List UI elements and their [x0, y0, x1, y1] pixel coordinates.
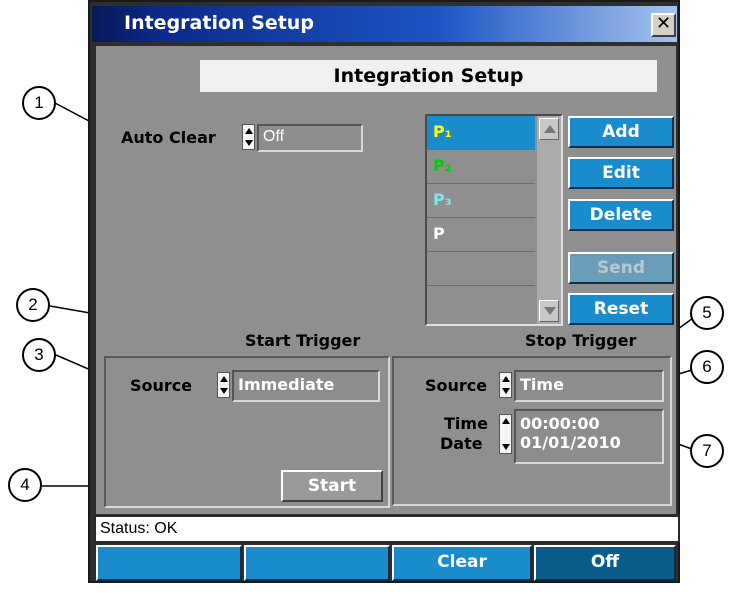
auto-clear-label: Auto Clear: [121, 128, 216, 147]
auto-clear-spinner[interactable]: [242, 124, 255, 150]
peak-listbox[interactable]: P₁ P₂ P₃ P: [425, 114, 563, 326]
list-item-label: P: [433, 224, 445, 243]
start-source-field[interactable]: Immediate: [232, 370, 380, 402]
list-item[interactable]: P₂: [427, 150, 535, 184]
spin-down-icon[interactable]: [220, 388, 228, 394]
callout-4: 4: [8, 468, 42, 502]
time-value: 00:00:00: [520, 414, 600, 433]
bottom-button-1[interactable]: [96, 545, 242, 581]
date-label: Date: [440, 434, 483, 453]
edit-button[interactable]: Edit: [568, 157, 674, 189]
stop-source-label: Source: [425, 376, 488, 395]
spin-up-icon[interactable]: [220, 376, 228, 382]
list-item[interactable]: P: [427, 218, 535, 252]
list-item-label: P₃: [433, 190, 452, 209]
bottom-button-2[interactable]: [244, 545, 390, 581]
spin-up-icon[interactable]: [502, 376, 510, 382]
scroll-down-button[interactable]: [539, 300, 559, 322]
callout-3: 3: [22, 338, 56, 372]
callout-7: 7: [690, 434, 724, 468]
time-date-field[interactable]: 00:00:00 01/01/2010: [514, 409, 664, 464]
start-source-label: Source: [130, 376, 193, 395]
time-label: Time: [444, 414, 488, 433]
callout-1: 1: [22, 86, 56, 120]
stop-source-field[interactable]: Time: [514, 370, 664, 402]
date-value: 01/01/2010: [520, 433, 621, 452]
start-source-spinner[interactable]: [217, 372, 230, 398]
list-item[interactable]: P₁: [427, 116, 535, 150]
spin-down-icon[interactable]: [245, 140, 253, 146]
window-title: Integration Setup: [124, 12, 314, 34]
page-title: Integration Setup: [200, 60, 657, 92]
send-button[interactable]: Send: [568, 252, 674, 284]
status-bar: Status: OK: [94, 515, 680, 543]
scroll-up-icon: [544, 125, 556, 133]
spin-up-icon[interactable]: [502, 418, 510, 424]
time-date-spinner[interactable]: [499, 414, 512, 454]
clear-button[interactable]: Clear: [392, 545, 532, 581]
callout-5: 5: [690, 296, 724, 330]
list-item-label: P₂: [433, 156, 452, 175]
callout-2: 2: [16, 288, 50, 322]
spin-up-icon[interactable]: [245, 128, 253, 134]
scroll-up-button[interactable]: [539, 118, 559, 140]
list-item[interactable]: [427, 286, 535, 320]
list-item[interactable]: [427, 252, 535, 286]
spin-down-icon[interactable]: [502, 388, 510, 394]
list-item-label: P₁: [433, 122, 452, 141]
list-scrollbar[interactable]: [537, 116, 561, 324]
stop-trigger-label: Stop Trigger: [525, 331, 637, 350]
scroll-down-icon: [544, 307, 556, 315]
callout-6: 6: [690, 350, 724, 384]
spin-down-icon[interactable]: [502, 444, 510, 450]
list-item[interactable]: P₃: [427, 184, 535, 218]
delete-button[interactable]: Delete: [568, 199, 674, 231]
off-button[interactable]: Off: [534, 545, 676, 581]
close-button[interactable]: ✕: [651, 13, 676, 37]
start-button[interactable]: Start: [281, 470, 383, 502]
start-trigger-label: Start Trigger: [245, 331, 361, 350]
stop-source-spinner[interactable]: [499, 372, 512, 398]
auto-clear-field[interactable]: Off: [257, 124, 363, 152]
reset-button[interactable]: Reset: [568, 293, 674, 325]
add-button[interactable]: Add: [568, 116, 674, 148]
